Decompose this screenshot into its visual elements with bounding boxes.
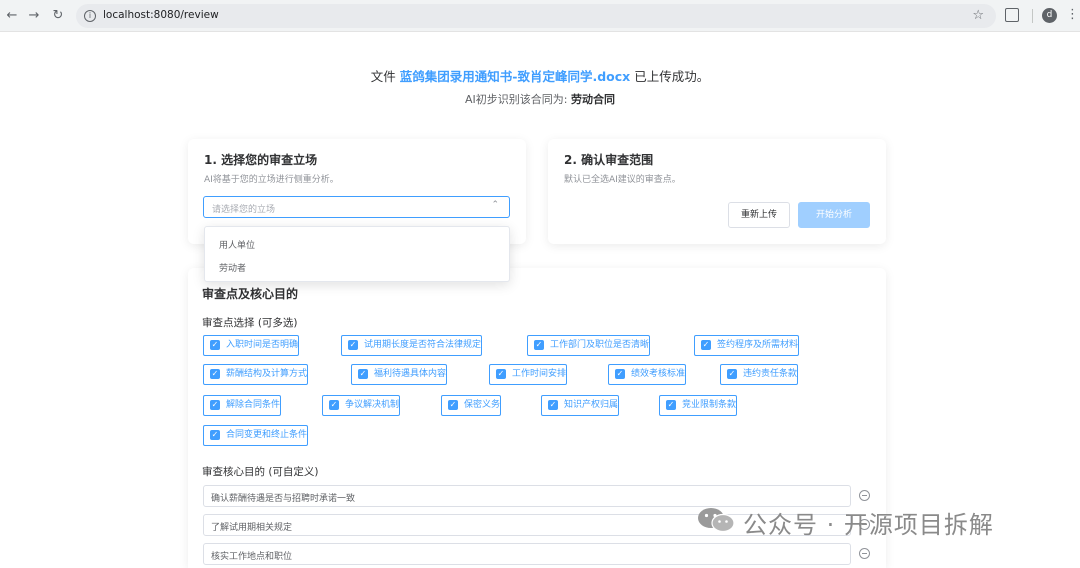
stance-placeholder: 请选择您的立场 [212,205,276,215]
checkbox-checked-icon[interactable]: ✓ [210,369,220,379]
stance-option-employee[interactable]: 劳动者 [219,261,246,274]
stance-option-employer[interactable]: 用人单位 [219,238,255,251]
stance-description: AI将基于您的立场进行侧重分析。 [204,175,339,185]
address-bar[interactable]: i localhost:8080/review ☆ [76,4,996,28]
review-point-checkbox[interactable]: ✓ 竞业限制条款 [659,395,738,416]
review-point-label: 工作时间安排 [512,369,567,379]
upload-success-message: 文件 蓝鸽集团录用通知书-致肖定峰同学.docx 已上传成功。 [0,66,1080,85]
reupload-button[interactable]: 重新上传 [728,202,790,228]
checkbox-checked-icon[interactable]: ✓ [358,369,368,379]
purpose-value[interactable]: 了解试用期相关规定 [211,520,292,533]
review-point-checkbox[interactable]: ✓ 试用期长度是否符合法律规定 [341,335,483,356]
purpose-label: 审查核心目的 (可自定义) [202,466,319,478]
extensions-icon[interactable] [1005,8,1019,22]
scope-description: 默认已全选AI建议的审查点。 [564,175,681,185]
purpose-value[interactable]: 核实工作地点和职位 [211,549,292,562]
review-point-label: 违约责任条款 [743,369,798,379]
review-section-title: 审查点及核心目的 [202,287,299,301]
stance-title: 1. 选择您的审查立场 [204,153,318,167]
review-point-label: 知识产权归属 [564,400,619,410]
upload-prefix: 文件 [370,69,396,84]
wechat-logo-icon [698,508,735,533]
checkbox-checked-icon[interactable]: ✓ [534,340,544,350]
scope-card: 2. 确认审查范围 默认已全选AI建议的审查点。 重新上传 开始分析 [548,139,886,244]
forward-arrow-icon[interactable]: → [26,8,42,24]
purpose-input[interactable]: 确认薪酬待遇是否与招聘时承诺一致 [203,485,851,507]
checkbox-checked-icon[interactable]: ✓ [701,340,711,350]
bookmark-star-icon[interactable]: ☆ [972,8,984,23]
checkbox-checked-icon[interactable]: ✓ [727,369,737,379]
url-text[interactable]: localhost:8080/review [103,9,219,21]
site-info-icon[interactable]: i [84,10,96,22]
review-points-label: 审查点选择 (可多选) [202,317,298,329]
remove-circle-icon[interactable] [859,490,870,501]
watermark-text: 公众号 · 开源项目拆解 [743,511,994,539]
review-point-checkbox[interactable]: ✓ 合同变更和终止条件 [203,425,309,446]
checkbox-checked-icon[interactable]: ✓ [666,400,676,410]
stance-dropdown: 用人单位 劳动者 [204,226,510,282]
browser-toolbar: ← → ↻ i localhost:8080/review ☆ d ⋮ [0,0,1080,32]
profile-avatar[interactable]: d [1042,8,1057,23]
browser-menu-icon[interactable]: ⋮ [1066,7,1079,23]
checkbox-checked-icon[interactable]: ✓ [496,369,506,379]
review-point-label: 合同变更和终止条件 [226,430,308,440]
review-point-checkbox[interactable]: ✓ 入职时间是否明确 [203,335,300,356]
upload-suffix: 已上传成功。 [634,69,710,84]
review-point-label: 签约程序及所需材料 [717,340,799,350]
review-point-label: 争议解决机制 [345,400,400,410]
stance-select[interactable]: 请选择您的立场 ⌃ [203,196,510,218]
review-point-checkbox[interactable]: ✓ 工作部门及职位是否清晰 [527,335,651,356]
review-point-checkbox[interactable]: ✓ 福利待遇具体内容 [351,364,448,385]
checkbox-checked-icon[interactable]: ✓ [210,400,220,410]
ai-detection-message: AI初步识别该合同为: 劳动合同 [0,91,1080,107]
review-point-label: 福利待遇具体内容 [374,369,447,379]
review-point-checkbox[interactable]: ✓ 解除合同条件 [203,395,282,416]
review-point-checkbox[interactable]: ✓ 绩效考核标准 [608,364,687,385]
purpose-input[interactable]: 核实工作地点和职位 [203,543,851,565]
review-point-checkbox[interactable]: ✓ 签约程序及所需材料 [694,335,800,356]
checkbox-checked-icon[interactable]: ✓ [448,400,458,410]
contract-type: 劳动合同 [570,93,615,106]
review-point-label: 竞业限制条款 [682,400,737,410]
start-analysis-button[interactable]: 开始分析 [798,202,870,228]
review-point-label: 薪酬结构及计算方式 [226,369,308,379]
checkbox-checked-icon[interactable]: ✓ [548,400,558,410]
checkbox-checked-icon[interactable]: ✓ [210,340,220,350]
review-point-checkbox[interactable]: ✓ 保密义务 [441,395,502,416]
review-point-checkbox[interactable]: ✓ 工作时间安排 [489,364,568,385]
chevron-up-icon[interactable]: ⌃ [491,200,499,210]
reload-icon[interactable]: ↻ [50,8,66,24]
toolbar-divider [1032,9,1033,23]
review-point-label: 绩效考核标准 [631,369,686,379]
purpose-value[interactable]: 确认薪酬待遇是否与招聘时承诺一致 [211,491,355,504]
review-point-label: 入职时间是否明确 [226,340,299,350]
checkbox-checked-icon[interactable]: ✓ [348,340,358,350]
review-point-label: 试用期长度是否符合法律规定 [364,340,482,350]
review-point-label: 保密义务 [464,400,501,410]
back-arrow-icon[interactable]: ← [4,8,20,24]
review-point-checkbox[interactable]: ✓ 违约责任条款 [720,364,799,385]
remove-circle-icon[interactable] [859,548,870,559]
review-point-label: 工作部门及职位是否清晰 [550,340,650,350]
review-point-checkbox[interactable]: ✓ 薪酬结构及计算方式 [203,364,309,385]
checkbox-checked-icon[interactable]: ✓ [329,400,339,410]
scope-title: 2. 确认审查范围 [564,153,654,167]
review-point-checkbox[interactable]: ✓ 知识产权归属 [541,395,620,416]
checkbox-checked-icon[interactable]: ✓ [615,369,625,379]
uploaded-filename: 蓝鸽集团录用通知书-致肖定峰同学.docx [399,69,631,84]
ai-detection-prefix: AI初步识别该合同为: [465,93,568,106]
review-point-checkbox[interactable]: ✓ 争议解决机制 [322,395,401,416]
review-point-label: 解除合同条件 [226,400,281,410]
checkbox-checked-icon[interactable]: ✓ [210,430,220,440]
